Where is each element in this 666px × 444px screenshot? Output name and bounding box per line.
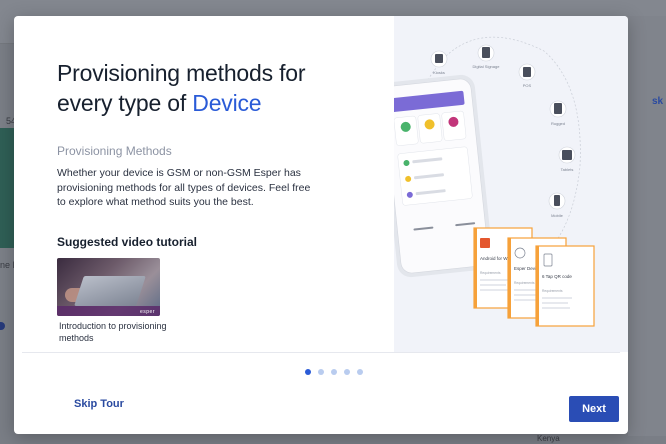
video-caption-link[interactable]: Introduction to provisioning methods [59,320,189,344]
title-line-1: Provisioning methods for [57,60,306,86]
title-accent-word: Device [192,90,262,116]
card-subtitle-qr-code: Requirements [542,289,563,293]
provisioning-illustration: Kiosks Digital Signage POS Rugged Tablet [394,36,595,327]
thumbnail-laptop-shape [74,276,146,306]
step-dot-4[interactable] [344,369,350,375]
device-label-digital-signage: Digital Signage [473,64,501,69]
next-button[interactable]: Next [569,396,619,422]
modal-title: Provisioning methods for every type of D… [57,58,357,118]
card-qr-code: 6 Tap QR code Requirements [535,245,595,327]
title-line-2-prefix: every type of [57,90,193,116]
card-subtitle-esper-device: Requirements [514,281,535,285]
device-label-mobile: Mobile [551,213,564,218]
digital-signage-icon: Digital Signage [473,44,501,69]
video-thumbnail[interactable]: esper [57,258,160,316]
step-dot-1[interactable] [305,369,311,375]
pos-icon: POS [518,63,536,88]
video-heading: Suggested video tutorial [57,235,198,249]
background-bottom-text: Kenya [537,434,560,443]
step-dot-3[interactable] [331,369,337,375]
footer-divider [22,352,620,353]
card-title-qr-code: 6 Tap QR code [542,274,572,279]
thumbnail-logo: esper [139,309,155,315]
device-label-kiosks: Kiosks [433,70,445,75]
illustration-panel: Kiosks Digital Signage POS Rugged Tablet [394,16,628,352]
section-subtitle: Provisioning Methods [57,144,172,158]
onboarding-modal: Kiosks Digital Signage POS Rugged Tablet [14,16,628,434]
device-label-tablets: Tablets [561,167,574,172]
step-dot-2[interactable] [318,369,324,375]
step-indicator [305,369,363,375]
step-dot-5[interactable] [357,369,363,375]
background-left-indicator [0,322,5,330]
card-subtitle-android-for-work: Requirements [480,271,501,275]
skip-tour-button[interactable]: Skip Tour [74,398,124,410]
mobile-icon: Mobile [548,192,566,218]
device-label-pos: POS [523,83,532,88]
rugged-icon: Rugged [549,100,567,126]
background-left-teal-panel [0,128,14,248]
background-right-strip [628,16,666,436]
tablet-icon: Tablets [558,146,576,172]
device-label-rugged: Rugged [551,121,565,126]
kiosk-icon: Kiosks [430,50,448,75]
background-right-text: sk [652,96,664,107]
section-description: Whether your device is GSM or non-GSM Es… [57,167,311,208]
